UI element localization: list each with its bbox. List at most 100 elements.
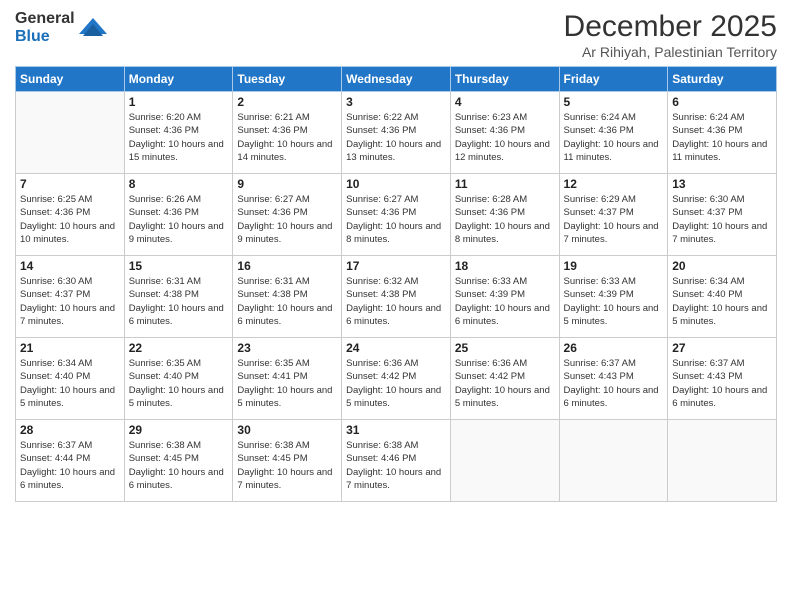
day-info: Sunrise: 6:36 AM Sunset: 4:42 PM Dayligh…: [346, 357, 446, 410]
calendar-cell: 19 Sunrise: 6:33 AM Sunset: 4:39 PM Dayli…: [559, 256, 668, 338]
calendar-cell: 20Sunrise: 6:34 AM Sunset: 4:40 PM Dayli…: [668, 256, 777, 338]
calendar-cell: 30 Sunrise: 6:38 AM Sunset: 4:45 PM Dayli…: [233, 420, 342, 502]
calendar-cell: 15Sunrise: 6:31 AM Sunset: 4:38 PM Dayli…: [124, 256, 233, 338]
day-info: Sunrise: 6:32 AM Sunset: 4:38 PM Dayligh…: [346, 275, 446, 328]
day-number: 26: [564, 341, 664, 355]
calendar-cell: [450, 420, 559, 502]
calendar-cell: 13 Sunrise: 6:30 AM Sunset: 4:37 PM Dayli…: [668, 174, 777, 256]
title-section: December 2025 Ar Rihiyah, Palestinian Te…: [564, 10, 777, 60]
day-number: 5: [564, 95, 664, 109]
calendar-cell: 24 Sunrise: 6:36 AM Sunset: 4:42 PM Dayli…: [342, 338, 451, 420]
calendar-cell: 10Sunrise: 6:27 AM Sunset: 4:36 PM Dayli…: [342, 174, 451, 256]
calendar-cell: 14 Sunrise: 6:30 AM Sunset: 4:37 PM Dayli…: [16, 256, 125, 338]
day-number: 12: [564, 177, 664, 191]
day-info: Sunrise: 6:34 AM Sunset: 4:40 PM Dayligh…: [20, 357, 120, 410]
day-number: 24: [346, 341, 446, 355]
day-info: Sunrise: 6:36 AM Sunset: 4:42 PM Dayligh…: [455, 357, 555, 410]
day-info: Sunrise: 6:37 AM Sunset: 4:43 PM Dayligh…: [672, 357, 772, 410]
day-number: 23: [237, 341, 337, 355]
day-info: Sunrise: 6:38 AM Sunset: 4:45 PM Dayligh…: [129, 439, 229, 492]
day-number: 13: [672, 177, 772, 191]
day-info: Sunrise: 6:25 AM Sunset: 4:36 PM Dayligh…: [20, 193, 120, 246]
calendar-week-row: 7 Sunrise: 6:25 AM Sunset: 4:36 PM Daylig…: [16, 174, 777, 256]
calendar-cell: 1 Sunrise: 6:20 AM Sunset: 4:36 PM Daylig…: [124, 92, 233, 174]
day-info: Sunrise: 6:27 AM Sunset: 4:36 PM Dayligh…: [237, 193, 337, 246]
header: General Blue December 2025 Ar Rihiyah, P…: [15, 10, 777, 60]
calendar-cell: 23 Sunrise: 6:35 AM Sunset: 4:41 PM Dayli…: [233, 338, 342, 420]
calendar-cell: 2Sunrise: 6:21 AM Sunset: 4:36 PM Daylig…: [233, 92, 342, 174]
calendar-cell: 5Sunrise: 6:24 AM Sunset: 4:36 PM Daylig…: [559, 92, 668, 174]
day-info: Sunrise: 6:22 AM Sunset: 4:36 PM Dayligh…: [346, 111, 446, 164]
calendar-week-row: 1 Sunrise: 6:20 AM Sunset: 4:36 PM Daylig…: [16, 92, 777, 174]
calendar-cell: 27 Sunrise: 6:37 AM Sunset: 4:43 PM Dayli…: [668, 338, 777, 420]
day-info: Sunrise: 6:35 AM Sunset: 4:40 PM Dayligh…: [129, 357, 229, 410]
day-number: 16: [237, 259, 337, 273]
weekday-header: Sunday: [16, 67, 125, 92]
calendar-cell: 29Sunrise: 6:38 AM Sunset: 4:45 PM Dayli…: [124, 420, 233, 502]
day-number: 6: [672, 95, 772, 109]
day-number: 7: [20, 177, 120, 191]
day-number: 1: [129, 95, 229, 109]
calendar-cell: 4 Sunrise: 6:23 AM Sunset: 4:36 PM Daylig…: [450, 92, 559, 174]
calendar-cell: 7 Sunrise: 6:25 AM Sunset: 4:36 PM Daylig…: [16, 174, 125, 256]
logo: General Blue: [15, 10, 107, 46]
month-title: December 2025: [564, 10, 777, 44]
day-number: 19: [564, 259, 664, 273]
day-number: 21: [20, 341, 120, 355]
calendar-cell: 21 Sunrise: 6:34 AM Sunset: 4:40 PM Dayli…: [16, 338, 125, 420]
day-number: 31: [346, 423, 446, 437]
logo-icon: [79, 14, 107, 42]
day-number: 18: [455, 259, 555, 273]
day-number: 4: [455, 95, 555, 109]
day-number: 2: [237, 95, 337, 109]
weekday-header: Saturday: [668, 67, 777, 92]
calendar-cell: 6 Sunrise: 6:24 AM Sunset: 4:36 PM Daylig…: [668, 92, 777, 174]
calendar-cell: 18 Sunrise: 6:33 AM Sunset: 4:39 PM Dayli…: [450, 256, 559, 338]
day-info: Sunrise: 6:33 AM Sunset: 4:39 PM Dayligh…: [455, 275, 555, 328]
day-info: Sunrise: 6:37 AM Sunset: 4:43 PM Dayligh…: [564, 357, 664, 410]
calendar: SundayMondayTuesdayWednesdayThursdayFrid…: [15, 66, 777, 502]
calendar-cell: 9 Sunrise: 6:27 AM Sunset: 4:36 PM Daylig…: [233, 174, 342, 256]
calendar-cell: 11Sunrise: 6:28 AM Sunset: 4:36 PM Dayli…: [450, 174, 559, 256]
day-info: Sunrise: 6:30 AM Sunset: 4:37 PM Dayligh…: [20, 275, 120, 328]
day-info: Sunrise: 6:24 AM Sunset: 4:36 PM Dayligh…: [672, 111, 772, 164]
day-info: Sunrise: 6:20 AM Sunset: 4:36 PM Dayligh…: [129, 111, 229, 164]
day-number: 9: [237, 177, 337, 191]
page: General Blue December 2025 Ar Rihiyah, P…: [0, 0, 792, 612]
day-number: 14: [20, 259, 120, 273]
weekday-header: Wednesday: [342, 67, 451, 92]
day-info: Sunrise: 6:38 AM Sunset: 4:45 PM Dayligh…: [237, 439, 337, 492]
calendar-cell: 28Sunrise: 6:37 AM Sunset: 4:44 PM Dayli…: [16, 420, 125, 502]
calendar-week-row: 21 Sunrise: 6:34 AM Sunset: 4:40 PM Dayli…: [16, 338, 777, 420]
day-number: 15: [129, 259, 229, 273]
day-number: 27: [672, 341, 772, 355]
day-info: Sunrise: 6:38 AM Sunset: 4:46 PM Dayligh…: [346, 439, 446, 492]
day-info: Sunrise: 6:23 AM Sunset: 4:36 PM Dayligh…: [455, 111, 555, 164]
calendar-cell: 12 Sunrise: 6:29 AM Sunset: 4:37 PM Dayli…: [559, 174, 668, 256]
day-info: Sunrise: 6:33 AM Sunset: 4:39 PM Dayligh…: [564, 275, 664, 328]
calendar-header-row: SundayMondayTuesdayWednesdayThursdayFrid…: [16, 67, 777, 92]
weekday-header: Thursday: [450, 67, 559, 92]
day-number: 17: [346, 259, 446, 273]
day-number: 10: [346, 177, 446, 191]
day-info: Sunrise: 6:30 AM Sunset: 4:37 PM Dayligh…: [672, 193, 772, 246]
day-number: 28: [20, 423, 120, 437]
day-info: Sunrise: 6:26 AM Sunset: 4:36 PM Dayligh…: [129, 193, 229, 246]
day-info: Sunrise: 6:35 AM Sunset: 4:41 PM Dayligh…: [237, 357, 337, 410]
logo-general-text: General: [15, 10, 75, 27]
weekday-header: Monday: [124, 67, 233, 92]
day-info: Sunrise: 6:29 AM Sunset: 4:37 PM Dayligh…: [564, 193, 664, 246]
calendar-cell: 22Sunrise: 6:35 AM Sunset: 4:40 PM Dayli…: [124, 338, 233, 420]
day-number: 25: [455, 341, 555, 355]
day-info: Sunrise: 6:31 AM Sunset: 4:38 PM Dayligh…: [237, 275, 337, 328]
calendar-cell: 17 Sunrise: 6:32 AM Sunset: 4:38 PM Dayli…: [342, 256, 451, 338]
logo-blue-text: Blue: [15, 28, 50, 45]
calendar-cell: 25 Sunrise: 6:36 AM Sunset: 4:42 PM Dayli…: [450, 338, 559, 420]
calendar-cell: [559, 420, 668, 502]
calendar-cell: 26 Sunrise: 6:37 AM Sunset: 4:43 PM Dayli…: [559, 338, 668, 420]
day-number: 30: [237, 423, 337, 437]
calendar-cell: [16, 92, 125, 174]
day-number: 11: [455, 177, 555, 191]
day-info: Sunrise: 6:34 AM Sunset: 4:40 PM Dayligh…: [672, 275, 772, 328]
calendar-week-row: 28Sunrise: 6:37 AM Sunset: 4:44 PM Dayli…: [16, 420, 777, 502]
